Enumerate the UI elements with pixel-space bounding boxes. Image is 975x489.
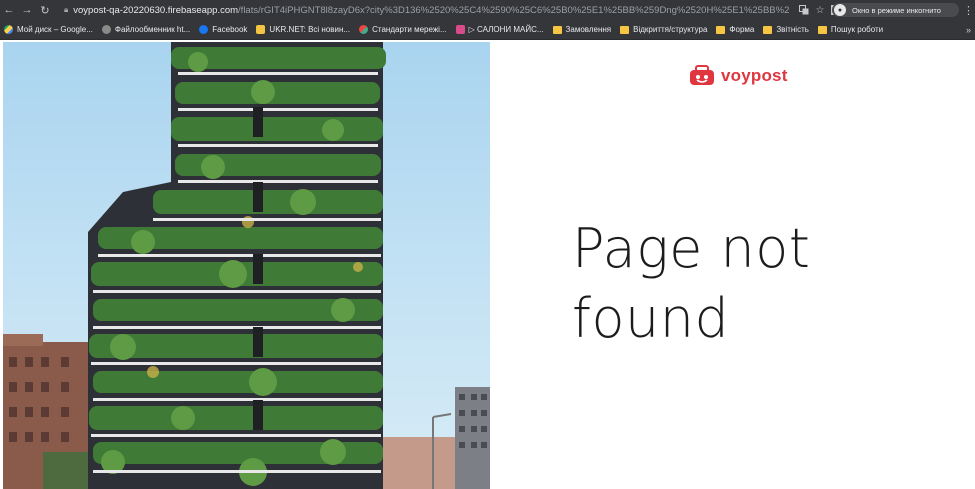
bookmark-label: Facebook (212, 25, 248, 34)
title-line-2: found (572, 287, 730, 350)
back-icon[interactable]: ← (0, 0, 18, 20)
bookmark-item[interactable]: ▷ САЛОНИ МАЙС... (452, 20, 549, 39)
browser-menu-icon[interactable]: ⋮ (962, 0, 975, 20)
folder-icon (552, 25, 562, 34)
bookmark-label: Відкриття/структура (633, 25, 708, 34)
folder-icon (620, 25, 630, 34)
bookmark-label: Замовлення (565, 25, 612, 34)
forward-icon[interactable]: → (18, 0, 36, 20)
bookmark-item[interactable]: Стандарти мережі... (355, 20, 452, 39)
facebook-icon (199, 25, 209, 34)
incognito-icon: ● (834, 4, 846, 16)
bookmark-item[interactable]: Facebook (195, 20, 252, 39)
bookmark-item[interactable]: UKR.NET: Всі новин... (252, 20, 355, 39)
bookmark-label: Форма (729, 25, 755, 34)
bookmark-folder[interactable]: Форма (712, 20, 759, 39)
ukrnet-icon (256, 25, 266, 34)
bookmark-item[interactable]: Файлообменник ht... (98, 20, 195, 39)
translate-icon[interactable] (796, 0, 812, 20)
title-line-1: Page not (572, 217, 811, 280)
page-title: Page not found (572, 214, 892, 354)
voypost-logo[interactable]: voypost (688, 65, 788, 87)
page-content: voypost Page not found (0, 40, 975, 489)
standards-icon (359, 25, 369, 34)
lock-icon: 🔒︎ (64, 5, 69, 14)
bookmark-folder[interactable]: Відкриття/структура (616, 20, 712, 39)
logo-text: voypost (721, 66, 788, 85)
bookmark-label: Файлообменник ht... (114, 25, 191, 34)
bookmarks-bar: Мой диск – Google... Файлообменник ht...… (0, 20, 975, 40)
bookmark-star-icon[interactable]: ☆ (812, 0, 828, 20)
address-bar[interactable]: 🔒︎ voypost-qa-20220630.firebaseapp.com /… (64, 2, 789, 18)
cloud-icon (101, 25, 111, 34)
bookmarks-overflow-icon[interactable]: » (966, 20, 971, 40)
folder-icon (817, 25, 827, 34)
bookmark-item[interactable]: Мой диск – Google... (0, 20, 98, 39)
bookmark-folder[interactable]: Пошук роботи (814, 20, 888, 39)
bookmark-folder[interactable]: Замовлення (549, 20, 617, 39)
bookmark-label: Стандарти мережі... (372, 25, 447, 34)
google-drive-icon (4, 25, 13, 34)
voypost-logo-icon (690, 65, 714, 85)
incognito-label: Окно в режиме инкогнито (852, 5, 941, 15)
database-icon (455, 25, 465, 34)
bookmark-folder[interactable]: Звітність (759, 20, 814, 39)
reload-icon[interactable]: ↻ (36, 0, 54, 20)
bookmark-label: Звітність (776, 25, 809, 34)
url-path: /flats/rGIT4iPHGNT8l8zayD6x?city%3D136%2… (238, 4, 789, 16)
folder-icon (763, 25, 773, 34)
bookmark-label: Пошук роботи (830, 25, 884, 34)
bookmark-label: UKR.NET: Всі новин... (269, 25, 351, 34)
bookmark-label: ▷ САЛОНИ МАЙС... (468, 25, 544, 34)
folder-icon (716, 25, 726, 34)
browser-toolbar: ← → ↻ 🔒︎ voypost-qa-20220630.firebaseapp… (0, 0, 975, 20)
incognito-indicator[interactable]: ● Окно в режиме инкогнито (832, 3, 959, 17)
building-photo (3, 42, 490, 489)
url-host: voypost-qa-20220630.firebaseapp.com (73, 4, 239, 16)
bookmark-label: Мой диск – Google... (17, 25, 93, 34)
